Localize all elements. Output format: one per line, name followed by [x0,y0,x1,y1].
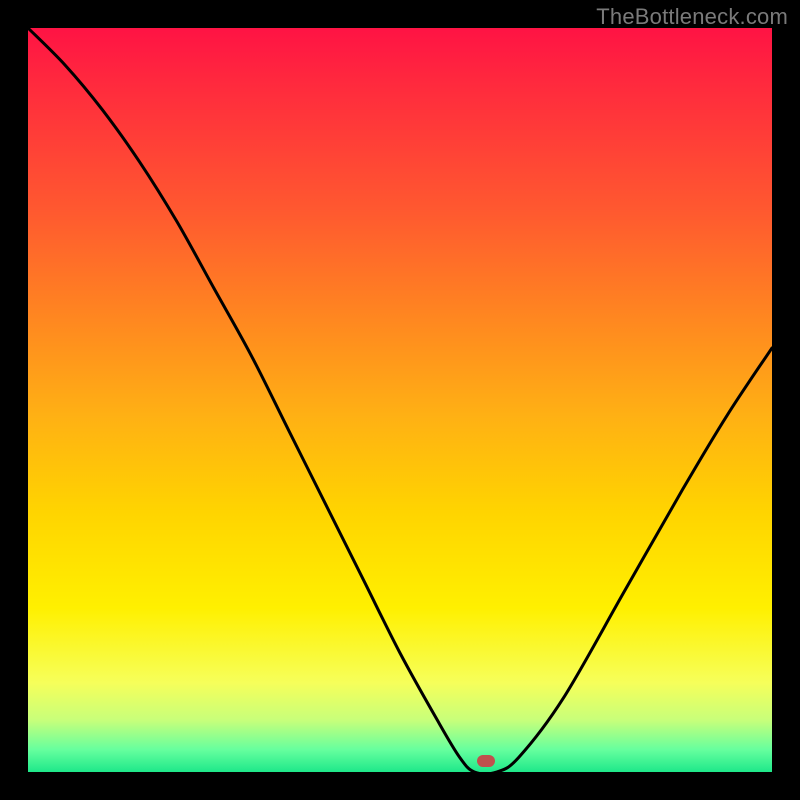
watermark-text: TheBottleneck.com [596,4,788,30]
chart-frame: TheBottleneck.com [0,0,800,800]
optimal-marker [477,755,495,767]
plot-area [28,28,772,772]
bottleneck-curve [28,28,772,772]
